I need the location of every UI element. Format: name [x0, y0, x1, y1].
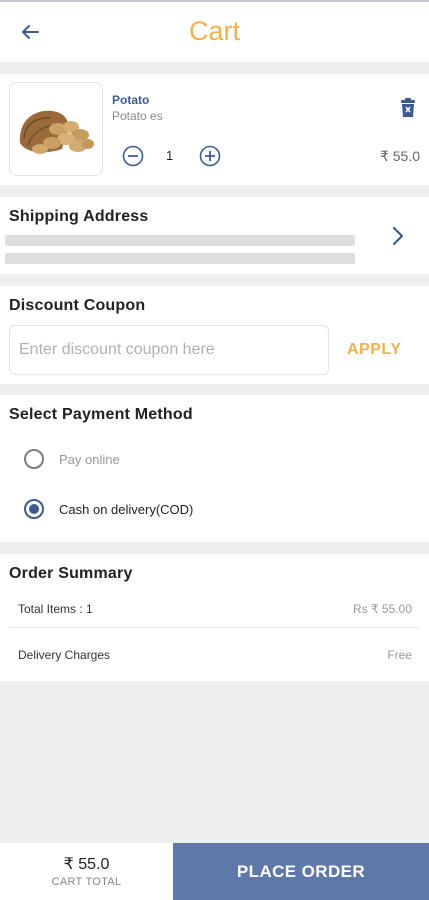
page-title: Cart — [188, 16, 240, 46]
discount-coupon-title: Discount Coupon — [9, 297, 146, 314]
summary-divider — [9, 627, 420, 628]
app-header: Cart — [0, 0, 429, 62]
cart-item-card: Potato Potato es 1 ₹ 55.0 — [0, 74, 429, 185]
product-image — [9, 82, 103, 176]
payment-method-title: Select Payment Method — [9, 406, 193, 423]
decrease-quantity-button[interactable] — [122, 145, 144, 167]
product-subtitle: Potato es — [112, 109, 163, 123]
trash-icon — [401, 98, 415, 117]
cart-total-panel: ₹ 55.0 CART TOTAL — [0, 843, 173, 900]
delete-item-button[interactable] — [399, 98, 417, 118]
delivery-charges-value: Free — [387, 648, 412, 662]
coupon-input[interactable] — [9, 325, 329, 375]
quantity-value: 1 — [166, 148, 174, 163]
chevron-right-icon — [392, 226, 404, 246]
cod-label[interactable]: Cash on delivery(COD) — [59, 502, 193, 517]
order-summary-title: Order Summary — [9, 565, 133, 582]
payment-method-card: Select Payment Method Pay online Cash on… — [0, 395, 429, 542]
cart-total-label: CART TOTAL — [51, 876, 122, 888]
total-items-value: Rs ₹ 55.00 — [353, 602, 412, 616]
shipping-address-open-button[interactable] — [388, 224, 408, 248]
apply-coupon-button[interactable]: APPLY — [347, 341, 401, 359]
place-order-button[interactable]: PLACE ORDER — [173, 843, 429, 900]
shipping-address-title: Shipping Address — [9, 208, 149, 225]
cart-total-value: ₹ 55.0 — [63, 856, 110, 873]
minus-circle-icon — [122, 145, 144, 167]
discount-coupon-card: Discount Coupon APPLY — [0, 286, 429, 384]
item-price: ₹ 55.0 — [379, 148, 420, 164]
pay-online-radio[interactable] — [24, 449, 44, 469]
delivery-charges-label: Delivery Charges — [18, 648, 111, 662]
pay-online-label[interactable]: Pay online — [59, 452, 120, 467]
redacted-address-line — [5, 235, 355, 246]
product-name[interactable]: Potato — [112, 93, 149, 107]
cod-radio[interactable] — [24, 499, 44, 519]
shipping-address-card[interactable]: Shipping Address — [0, 197, 429, 274]
total-items-label: Total Items : 1 — [18, 602, 93, 616]
redacted-address-line — [5, 253, 355, 264]
order-summary-card: Order Summary Total Items : 1 Rs ₹ 55.00… — [0, 554, 429, 681]
increase-quantity-button[interactable] — [199, 145, 221, 167]
potato-image — [19, 110, 94, 154]
plus-circle-icon — [199, 145, 221, 167]
